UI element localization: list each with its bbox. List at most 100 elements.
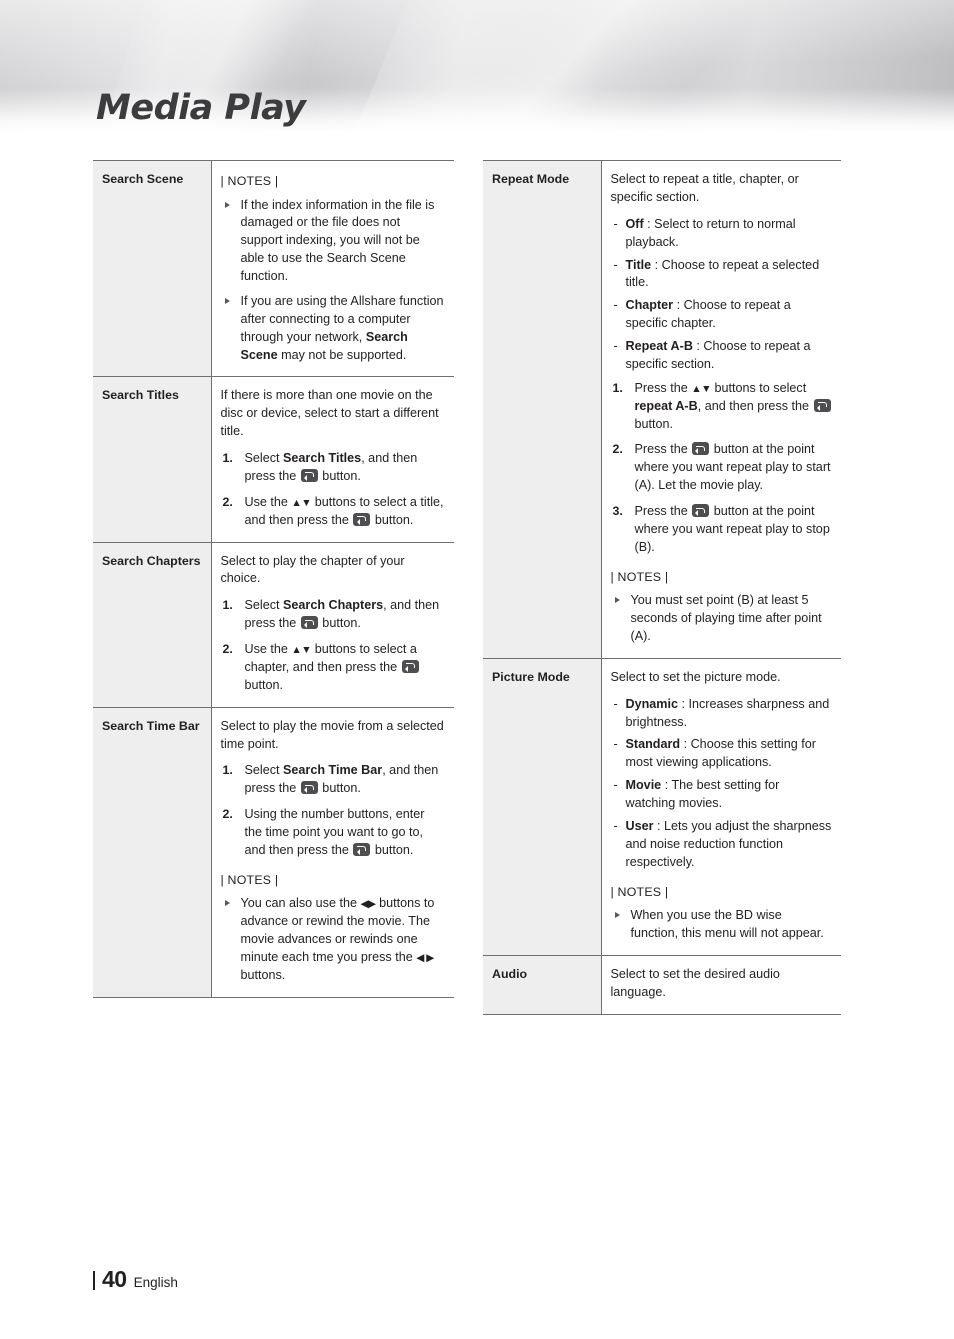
text-run: You must set point (B) at least 5 second…: [630, 593, 822, 643]
text-run: If you are using the Allshare function a…: [240, 293, 444, 344]
text-run: When you use the BD wise function, this …: [630, 908, 824, 941]
emphasis-text: Repeat A-B: [625, 339, 693, 353]
text-run: Select: [244, 763, 284, 778]
table-row: Audio Select to set the desired audio lan…: [483, 955, 841, 1015]
table-cell-body: Select to play the chapter of your choic…: [211, 542, 454, 708]
option-list-item: Dynamic : Increases sharpness and bright…: [611, 696, 833, 732]
cell-intro-text: Select to set the desired audio language…: [610, 966, 780, 999]
enter-key-icon: [300, 468, 318, 482]
text-run: : Choose to repeat a selected title.: [625, 257, 820, 290]
direction-arrows-icon: ▲▼: [691, 382, 711, 395]
table-cell-body: | NOTES | If the index information in the…: [211, 159, 454, 378]
notes-list-item: If the index information in the file is …: [221, 197, 446, 286]
text-run: buttons to select: [711, 380, 807, 395]
step-list-item: Press the button at the point where you …: [611, 503, 833, 557]
table-cell-label: Search Titles: [93, 376, 212, 543]
text-run: Press the: [634, 442, 692, 457]
step-list: Press the ▲▼ buttons to select repeat A-…: [611, 380, 833, 557]
enter-key-icon: [300, 616, 318, 630]
option-list-item: Standard : Choose this setting for most …: [611, 736, 833, 772]
notes-list-item: If you are using the Allshare function a…: [221, 293, 446, 365]
right-settings-table: Repeat Mode Select to repeat a title, cha…: [483, 160, 841, 1015]
option-list: Dynamic : Increases sharpness and bright…: [611, 696, 833, 872]
step-list-item: Select Search Titles, and then press the…: [221, 450, 446, 486]
enter-key-icon: [692, 442, 710, 456]
notes-list: You can also use the ◀▶ buttons to advan…: [221, 895, 446, 984]
notes-list: If the index information in the file is …: [221, 197, 446, 365]
direction-arrows-icon: ▲▼: [291, 644, 312, 657]
text-run: button.: [318, 468, 361, 483]
enter-key-icon: [353, 512, 371, 526]
text-run: : Select to return to normal playback.: [625, 216, 796, 249]
notes-heading: | NOTES |: [610, 884, 669, 899]
page-title: Media Play: [96, 88, 306, 128]
setting-name: Search Chapters: [102, 553, 201, 568]
emphasis-text: Title: [625, 257, 652, 272]
text-run: Press the: [634, 504, 692, 518]
table-row: Search Scene | NOTES | If the index inform…: [93, 159, 454, 378]
text-run: , and then press the: [697, 398, 813, 413]
enter-key-icon: [353, 842, 371, 856]
table-cell-label: Picture Mode: [483, 658, 602, 956]
text-run: button.: [371, 842, 414, 857]
text-run: Select: [244, 598, 284, 613]
emphasis-text: Chapter: [625, 298, 674, 313]
table-cell-body: Select to play the movie from a selected…: [211, 707, 454, 998]
emphasis-text: Movie: [625, 778, 662, 793]
step-list-item: Select Search Time Bar, and then press t…: [221, 762, 446, 798]
option-list: Off : Select to return to normal playbac…: [611, 216, 833, 374]
text-run: If the index information in the file is …: [240, 197, 435, 284]
emphasis-text: Search Titles: [283, 451, 362, 466]
text-run: Use the: [244, 494, 292, 509]
cell-intro-text: Select to set the picture mode.: [610, 669, 781, 684]
step-list-item: Using the number buttons, enter the time…: [221, 806, 446, 860]
table-cell-label: Audio: [483, 955, 602, 1015]
left-column: Search Scene | NOTES | If the index inform…: [93, 159, 454, 998]
table-cell-label: Repeat Mode: [483, 160, 602, 659]
cell-intro-text: Select to play the chapter of your choic…: [220, 553, 405, 586]
direction-arrows-icon: ◀ ▶: [416, 952, 434, 965]
table-row: Repeat Mode Select to repeat a title, cha…: [483, 160, 841, 659]
page-footer: 40 English: [93, 1266, 178, 1293]
step-list-item: Use the ▲▼ buttons to select a title, an…: [221, 494, 446, 530]
emphasis-text: User: [625, 818, 654, 833]
table-row: Search Time Bar Select to play the movie …: [93, 707, 454, 998]
enter-key-icon: [813, 398, 831, 412]
option-list-item: Chapter : Choose to repeat a specific ch…: [611, 297, 833, 333]
setting-name: Repeat Mode: [492, 172, 570, 186]
notes-list-item: You must set point (B) at least 5 second…: [611, 592, 833, 646]
text-run: Use the: [244, 642, 292, 657]
table-cell-body: Select to repeat a title, chapter, or sp…: [601, 160, 841, 659]
step-list-item: Press the ▲▼ buttons to select repeat A-…: [611, 380, 833, 434]
footer-rule: [93, 1271, 95, 1290]
text-run: Press the: [634, 380, 692, 395]
text-run: button.: [371, 512, 414, 527]
setting-name: Search Titles: [102, 388, 179, 403]
emphasis-text: Standard: [625, 737, 681, 752]
enter-key-icon: [300, 781, 318, 795]
notes-heading: | NOTES |: [220, 174, 279, 188]
cell-intro-text: Select to play the movie from a selected…: [220, 718, 444, 751]
table-cell-body: Select to set the picture mode. Dynamic :…: [601, 658, 841, 956]
cell-intro-text: Select to repeat a title, chapter, or sp…: [610, 172, 799, 204]
emphasis-text: Search Time Bar: [283, 763, 383, 778]
left-settings-table: Search Scene | NOTES | If the index inform…: [93, 159, 454, 998]
emphasis-text: Search Chapters: [283, 598, 384, 613]
cell-intro-text: If there is more than one movie on the d…: [220, 388, 439, 439]
direction-arrows-icon: ◀▶: [360, 898, 376, 911]
enter-key-icon: [692, 504, 710, 517]
table-cell-label: Search Chapters: [93, 542, 212, 708]
setting-name: Picture Mode: [492, 669, 570, 684]
emphasis-text: repeat A-B: [634, 398, 698, 413]
text-run: : Lets you adjust the sharpness and nois…: [625, 818, 832, 869]
text-run: button.: [318, 616, 361, 631]
text-run: may not be supported.: [277, 347, 407, 362]
option-list-item: User : Lets you adjust the sharpness and…: [611, 818, 833, 872]
table-row: Search Titles If there is more than one m…: [93, 376, 454, 543]
emphasis-text: Off: [625, 216, 644, 231]
table-cell-body: If there is more than one movie on the d…: [211, 376, 454, 543]
text-run: You can also use the: [240, 896, 361, 911]
text-run: button.: [244, 677, 284, 692]
table-cell-label: Search Scene: [93, 159, 212, 378]
table-cell-label: Search Time Bar: [93, 707, 212, 998]
